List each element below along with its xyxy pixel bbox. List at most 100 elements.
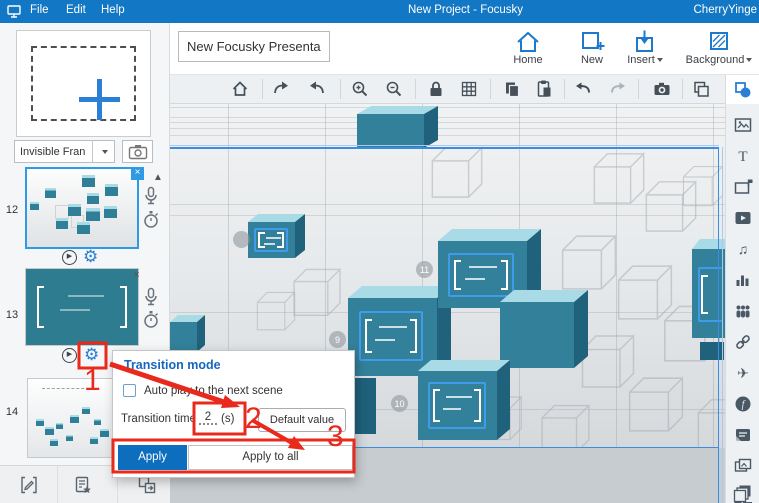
record-mic-icon[interactable] (143, 287, 159, 309)
apply-to-all-button[interactable]: Apply to all (188, 445, 353, 470)
home-button[interactable]: Home (496, 29, 560, 73)
separator (564, 79, 565, 99)
canvas-home-icon[interactable] (230, 79, 250, 99)
zoom-in-icon[interactable] (350, 79, 370, 99)
redo-icon[interactable] (607, 79, 627, 99)
transition-settings-icon[interactable]: ⚙ (84, 346, 99, 363)
cube-3d[interactable] (170, 322, 197, 352)
cube-3d[interactable] (500, 302, 574, 368)
mini-cube (50, 439, 58, 446)
tool-link[interactable] (726, 327, 759, 357)
transition-time-input[interactable]: 2 (199, 411, 217, 425)
tool-document[interactable] (726, 420, 759, 450)
bring-forward-icon[interactable] (691, 79, 711, 99)
timing-icon[interactable] (143, 210, 159, 230)
menu-file[interactable]: File (30, 4, 49, 16)
undo-icon[interactable] (574, 79, 594, 99)
title-bar: File Edit Help New Project - Focusky Che… (0, 0, 759, 23)
tool-flash[interactable]: f (726, 389, 759, 419)
popup-title: Transition mode (124, 358, 221, 372)
zoom-out-icon[interactable] (384, 79, 404, 99)
cube-3d[interactable] (692, 249, 725, 338)
chart-icon (736, 275, 749, 286)
close-slide-icon[interactable]: × (131, 167, 144, 180)
text-icon: T (738, 149, 747, 165)
path-badge[interactable]: 9 (329, 331, 346, 348)
paste-icon[interactable] (535, 79, 555, 99)
mini-cube (36, 419, 44, 426)
tool-shapes[interactable] (726, 75, 759, 104)
mini-cube (70, 415, 79, 423)
mini-cube (77, 222, 90, 234)
autoplay-checkbox[interactable] (123, 384, 136, 397)
autoplay-label: Auto play to the next scene (144, 385, 283, 397)
grid-icon[interactable] (459, 79, 479, 99)
mini-cube (87, 193, 99, 204)
tool-chart[interactable] (726, 265, 759, 295)
add-frame-box[interactable] (16, 30, 151, 137)
cube-3d[interactable] (418, 371, 497, 440)
tool-roles[interactable] (726, 296, 759, 326)
cube-3d[interactable] (248, 222, 295, 258)
screenshot-camera-icon[interactable] (652, 79, 672, 99)
slide-thumbnail-12[interactable] (25, 167, 139, 249)
document-icon (736, 429, 750, 441)
background-button[interactable]: Background (683, 29, 755, 73)
tool-photos[interactable] (726, 451, 759, 481)
default-value-button[interactable]: Default value (258, 408, 346, 432)
play-scene-icon[interactable]: ▶ (62, 250, 77, 265)
cube-label-frame (254, 228, 288, 252)
rotate-left-icon[interactable] (307, 79, 327, 99)
slide-number: 13 (5, 309, 19, 321)
menu-edit[interactable]: Edit (66, 4, 86, 16)
tool-frame[interactable] (726, 172, 759, 202)
tool-music[interactable]: ♫ (726, 234, 759, 264)
tool-image[interactable] (726, 110, 759, 140)
menu-help[interactable]: Help (101, 4, 125, 16)
svg-text:T: T (738, 149, 747, 165)
grid-line (170, 122, 725, 123)
frame-type-dropdown[interactable]: Invisible Fran (14, 140, 115, 163)
mini-cube (45, 188, 56, 198)
plane-icon: ✈ (737, 365, 749, 381)
tool-video[interactable] (726, 203, 759, 233)
app-logo-icon (7, 5, 21, 18)
slide-thumbnail-13[interactable] (25, 268, 139, 346)
main-toolbar: New Focusky Presenta Home New Insert Bac… (170, 23, 759, 75)
play-scene-icon[interactable]: ▶ (62, 348, 77, 363)
transition-time-label: Transition time (121, 413, 196, 425)
tool-layout[interactable] (726, 489, 759, 503)
path-badge[interactable]: 10 (391, 395, 408, 412)
rotate-right-icon[interactable] (271, 79, 291, 99)
transition-settings-icon[interactable]: ⚙ (83, 248, 98, 265)
copy-icon[interactable] (502, 79, 522, 99)
record-mic-icon[interactable] (143, 186, 159, 208)
apply-button[interactable]: Apply (118, 445, 187, 470)
edit-notes-icon[interactable] (20, 476, 38, 494)
cube-3d[interactable] (348, 298, 437, 376)
notes-star-icon[interactable] (74, 476, 92, 494)
tool-plane[interactable]: ✈ (726, 358, 759, 388)
separator (262, 79, 263, 99)
lock-icon[interactable] (426, 79, 446, 99)
close-slide-icon[interactable]: × (130, 269, 143, 282)
insert-button[interactable]: Insert (613, 29, 677, 73)
shapes-icon (735, 82, 751, 98)
tool-text[interactable]: T (726, 141, 759, 171)
path-badge[interactable]: 11 (416, 261, 433, 278)
swap-scene-icon[interactable] (138, 476, 156, 494)
frame-border-top (170, 147, 719, 149)
timing-icon[interactable] (143, 310, 159, 330)
separator (490, 79, 491, 99)
svg-text:✈: ✈ (737, 365, 749, 381)
slides-scroll-up[interactable]: ▲ (151, 171, 165, 185)
frame-type-value: Invisible Fran (20, 146, 86, 158)
wireframe-cube (625, 372, 687, 434)
project-name-input[interactable]: New Focusky Presenta (178, 31, 330, 62)
transition-mode-popup: Transition mode Auto play to the next sc… (112, 350, 355, 478)
dropdown-arrow-button[interactable] (92, 141, 114, 162)
cube-3d[interactable] (357, 114, 424, 148)
path-badge[interactable] (233, 231, 250, 248)
account-name[interactable]: CherryYinge (694, 4, 758, 16)
snapshot-camera-button[interactable] (122, 140, 153, 163)
